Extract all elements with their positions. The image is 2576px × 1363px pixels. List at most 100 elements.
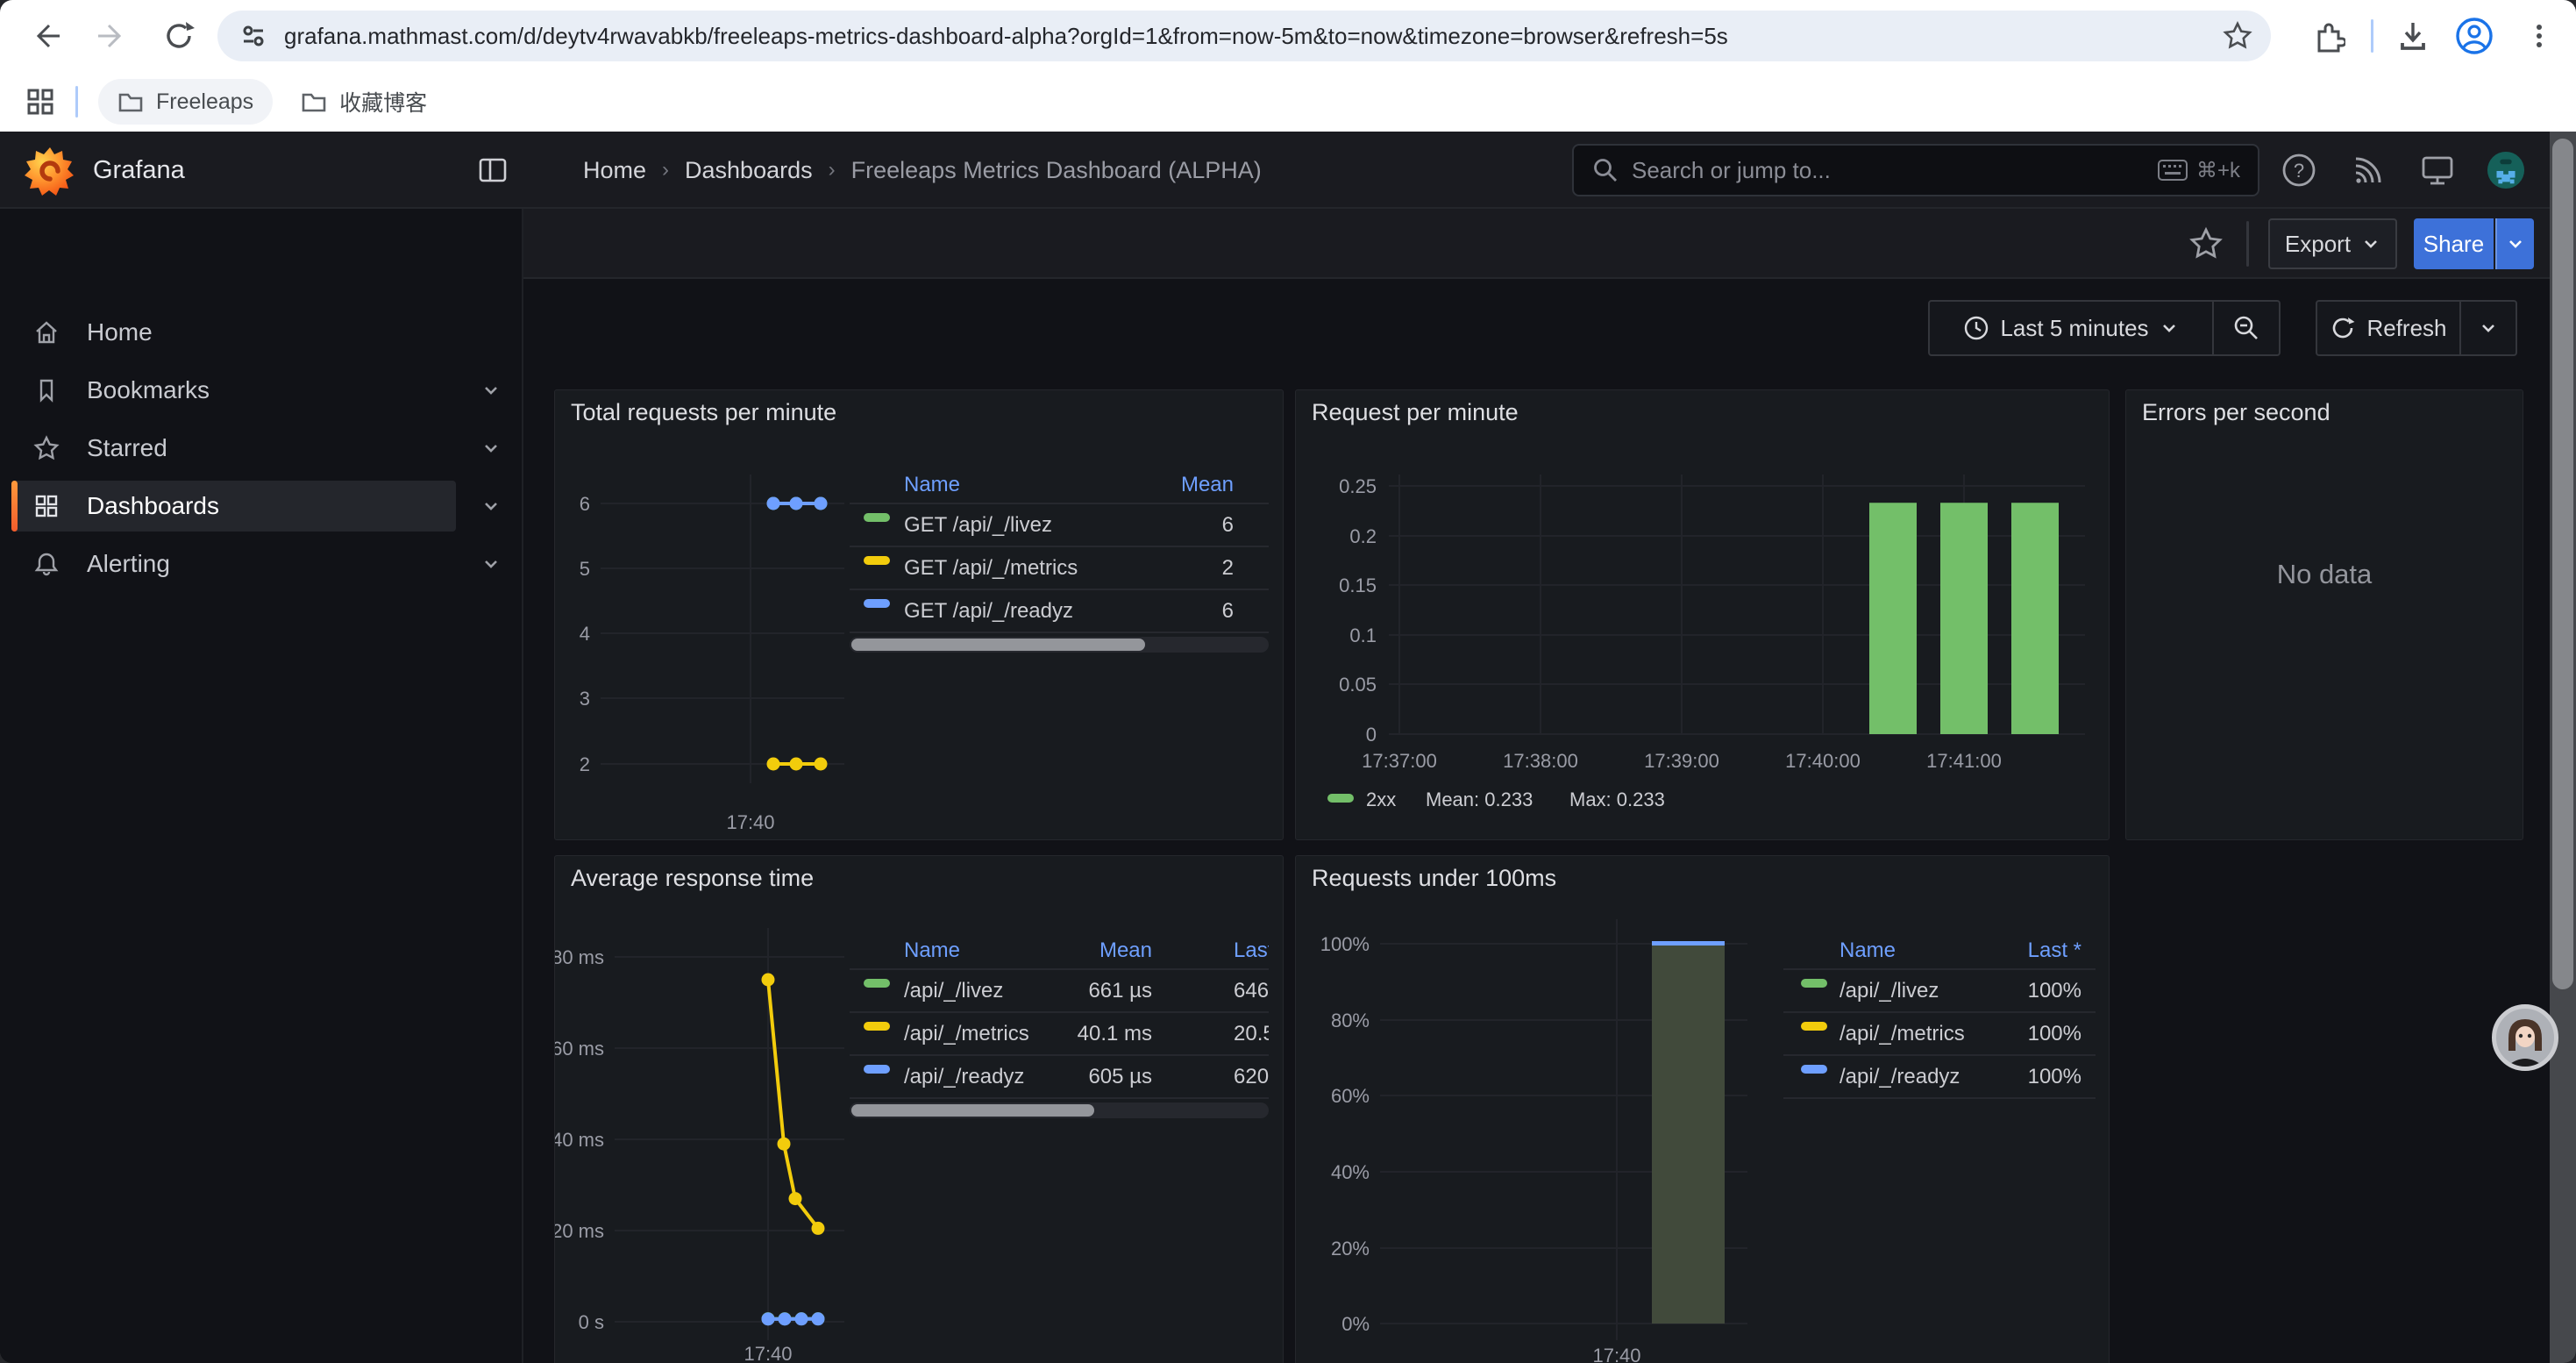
breadcrumb-item[interactable]: Home [583, 157, 646, 184]
dashboard-canvas: Last 5 minutes Refresh 6543217:40 Total … [525, 279, 2576, 1363]
series-color-swatch [1801, 979, 1827, 988]
favorite-star-icon[interactable] [2185, 223, 2227, 265]
svg-text:0%: 0% [1341, 1313, 1370, 1335]
refresh-button[interactable]: Refresh [2316, 300, 2461, 356]
sidebar-item-dashboards[interactable]: Dashboards [11, 481, 456, 532]
series-value: 20.5 ms [1234, 1022, 1269, 1046]
subbar-divider [2246, 221, 2249, 267]
refresh-interval-dropdown[interactable] [2461, 300, 2517, 356]
svg-text:4: 4 [580, 623, 590, 645]
sidebar-item-alerting[interactable]: Alerting [11, 539, 456, 589]
series-name[interactable]: /api/_/livez [1839, 979, 1939, 1003]
legend-row[interactable]: /api/_/readyz100% [1783, 1056, 2096, 1099]
profile-icon[interactable] [2453, 15, 2495, 57]
extensions-icon[interactable] [2308, 15, 2350, 57]
share-button[interactable]: Share [2414, 218, 2494, 269]
browser-menu-icon[interactable] [2518, 15, 2560, 57]
tune-icon[interactable] [238, 21, 268, 51]
page-scrollbar-thumb[interactable] [2552, 139, 2573, 989]
column-header[interactable]: Name [1839, 938, 1896, 963]
legend-table: Name Mean Last * /api/_/livez661 µs646 µs/a… [850, 931, 1269, 1118]
series-value: 646 µs [1234, 979, 1269, 1003]
legend-row[interactable]: /api/_/livez100% [1783, 970, 2096, 1013]
help-icon[interactable]: ? [2280, 151, 2318, 189]
panel-title[interactable]: Errors per second [2142, 399, 2330, 426]
series-name[interactable]: /api/_/metrics [1839, 1022, 1965, 1046]
apps-grid-icon[interactable] [19, 81, 61, 123]
kiosk-monitor-icon[interactable] [2418, 151, 2457, 189]
column-header[interactable]: Mean [1181, 473, 1234, 497]
series-color-swatch [864, 599, 890, 608]
series-value: 6 [1222, 599, 1234, 624]
brand-title[interactable]: Grafana [93, 132, 185, 209]
panel-title[interactable]: Requests under 100ms [1312, 865, 1556, 892]
chevron-down-icon[interactable] [473, 431, 509, 466]
svg-text:17:38:00: 17:38:00 [1503, 750, 1578, 772]
url-bar[interactable]: grafana.mathmast.com/d/deytv4rwavabkb/fr… [217, 11, 2271, 61]
legend-table: NameMeanGET /api/_/livez6GET /api/_/metr… [850, 466, 1269, 653]
legend-row[interactable]: /api/_/livez661 µs646 µs [850, 970, 1269, 1013]
panel-title[interactable]: Request per minute [1312, 399, 1519, 426]
sidebar-item-starred[interactable]: Starred [11, 423, 456, 474]
legend-row[interactable]: /api/_/readyz605 µs620 µs [850, 1056, 1269, 1099]
user-avatar[interactable] [2487, 151, 2525, 189]
news-rss-icon[interactable] [2348, 151, 2387, 189]
search-icon [1591, 156, 1619, 184]
chevron-down-icon [2506, 234, 2525, 253]
share-dropdown-button[interactable] [2495, 218, 2534, 269]
svg-text:0.05: 0.05 [1339, 674, 1377, 696]
url-text[interactable]: grafana.mathmast.com/d/deytv4rwavabkb/fr… [284, 23, 1728, 50]
column-header[interactable]: Name [904, 938, 960, 963]
series-name[interactable]: GET /api/_/metrics [904, 556, 1078, 581]
toolbar-divider [2371, 19, 2373, 53]
legend-hscrollbar[interactable] [850, 1103, 1269, 1118]
bookmark-star-icon[interactable] [2222, 20, 2253, 52]
grafana-logo[interactable] [25, 145, 75, 196]
back-button[interactable] [25, 15, 67, 57]
series-name[interactable]: GET /api/_/readyz [904, 599, 1073, 624]
chevron-down-icon [2160, 318, 2179, 338]
bookmark-folder[interactable]: Freeleaps [98, 79, 273, 125]
legend-row[interactable]: GET /api/_/livez6 [850, 504, 1269, 547]
column-header[interactable]: Mean [1099, 938, 1152, 963]
series-name[interactable]: /api/_/readyz [1839, 1065, 1960, 1089]
series-name[interactable]: GET /api/_/livez [904, 513, 1052, 538]
svg-text:2xx: 2xx [1366, 789, 1396, 810]
chevron-down-icon[interactable] [473, 373, 509, 408]
forward-button[interactable] [91, 15, 133, 57]
series-value: 40.1 ms [1078, 1022, 1152, 1046]
export-button[interactable]: Export [2268, 218, 2397, 269]
sidebar-item-home[interactable]: Home [11, 307, 456, 358]
column-header[interactable]: Last * [2028, 938, 2081, 963]
series-color-swatch [864, 1022, 890, 1031]
bookmark-folder[interactable]: 收藏博客 [281, 79, 446, 125]
assistant-avatar[interactable] [2492, 1004, 2558, 1071]
panel-title[interactable]: Average response time [571, 865, 814, 892]
series-name[interactable]: /api/_/livez [904, 979, 1003, 1003]
svg-text:17:40: 17:40 [1592, 1345, 1640, 1363]
time-range-picker[interactable]: Last 5 minutes [1928, 300, 2214, 356]
svg-text:17:40:00: 17:40:00 [1785, 750, 1861, 772]
svg-text:20 ms: 20 ms [555, 1220, 604, 1242]
legend-row[interactable]: /api/_/metrics100% [1783, 1013, 2096, 1056]
column-header[interactable]: Name [904, 473, 960, 497]
legend-row[interactable]: GET /api/_/metrics2 [850, 547, 1269, 590]
chevron-down-icon[interactable] [473, 546, 509, 582]
request-per-minute-chart[interactable]: 0.250.20.150.10.05017:37:0017:38:0017:39… [1296, 390, 2110, 840]
breadcrumb-item[interactable]: Dashboards [685, 157, 813, 184]
legend-row[interactable]: /api/_/metrics 40.1 ms 20.5 ms [850, 1013, 1269, 1056]
chevron-down-icon[interactable] [473, 489, 509, 524]
sidebar-item-bookmarks[interactable]: Bookmarks [11, 365, 456, 416]
zoom-out-button[interactable] [2214, 300, 2281, 356]
search-input[interactable]: Search or jump to... ⌘+k [1572, 144, 2259, 196]
legend-row[interactable]: GET /api/_/readyz 6 [850, 590, 1269, 633]
downloads-icon[interactable] [2392, 15, 2434, 57]
reload-button[interactable] [158, 15, 200, 57]
legend-hscrollbar[interactable] [850, 637, 1269, 653]
series-name[interactable]: /api/_/metrics [904, 1022, 1029, 1046]
series-name[interactable]: /api/_/readyz [904, 1065, 1024, 1089]
svg-text:17:39:00: 17:39:00 [1644, 750, 1719, 772]
panel-title[interactable]: Total requests per minute [571, 399, 836, 426]
dock-menu-icon[interactable] [473, 151, 512, 189]
column-header[interactable]: Last * [1234, 938, 1269, 963]
